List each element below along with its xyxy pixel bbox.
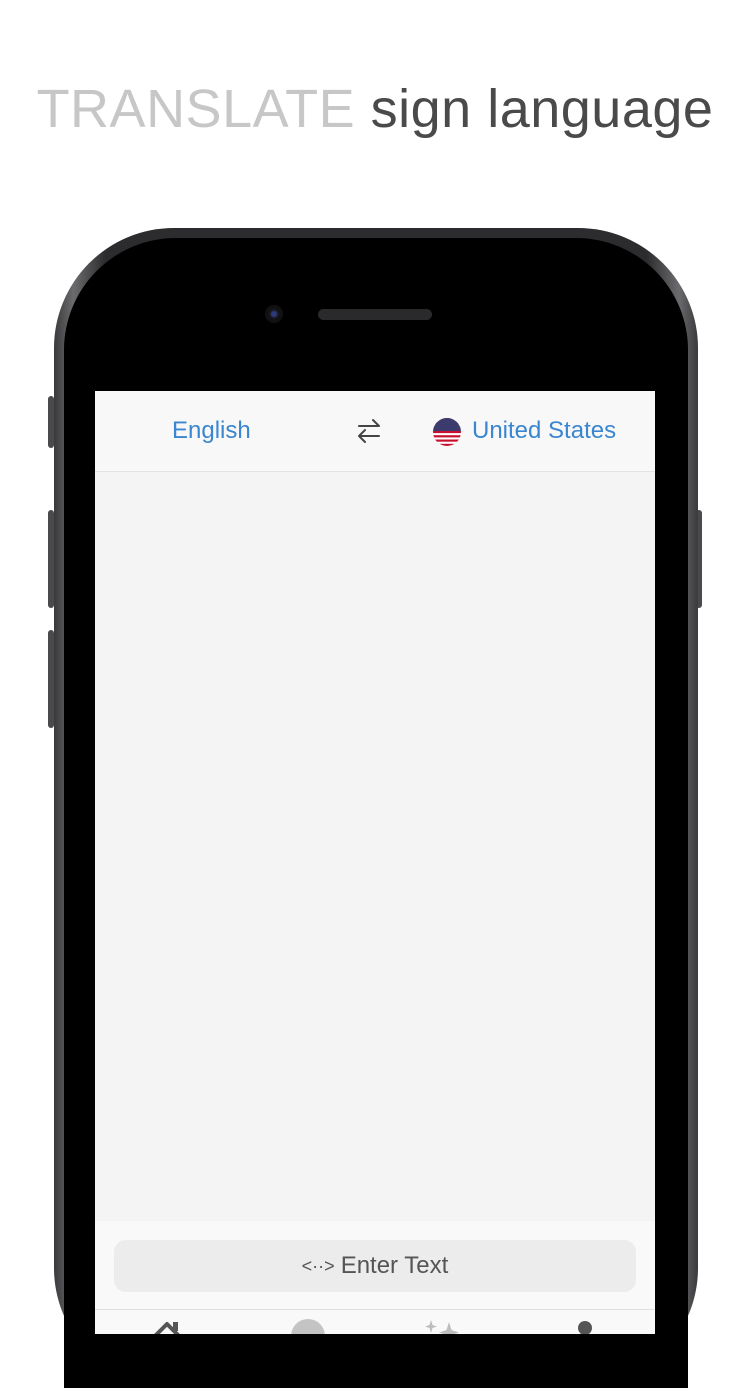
person-icon[interactable] xyxy=(565,1316,605,1334)
translation-content-area xyxy=(95,472,655,1221)
headline-dark-text: sign language xyxy=(370,79,714,139)
language-selector-bar: English United States xyxy=(95,391,655,472)
source-language-button[interactable]: English xyxy=(172,417,251,445)
marketing-headline: TRANSLATE sign language xyxy=(0,78,750,140)
enter-text-button[interactable]: <··> Enter Text xyxy=(114,1240,636,1292)
target-language-button[interactable]: United States xyxy=(472,417,616,445)
app-screen: English United States <··> Enter Text xyxy=(95,391,655,1334)
home-icon[interactable] xyxy=(147,1316,187,1334)
sparkles-icon[interactable] xyxy=(423,1316,463,1334)
tab-bar xyxy=(95,1309,655,1334)
headline-light-text: TRANSLATE xyxy=(36,79,356,139)
swap-arrows-icon[interactable] xyxy=(354,415,384,447)
circle-icon[interactable] xyxy=(288,1316,328,1334)
front-camera xyxy=(265,305,283,323)
enter-text-label: Enter Text xyxy=(340,1252,449,1279)
us-flag-icon xyxy=(433,418,461,446)
input-bar: <··> Enter Text xyxy=(95,1221,655,1309)
earpiece-speaker xyxy=(318,309,432,320)
code-arrows-icon: <··> xyxy=(301,1255,335,1276)
